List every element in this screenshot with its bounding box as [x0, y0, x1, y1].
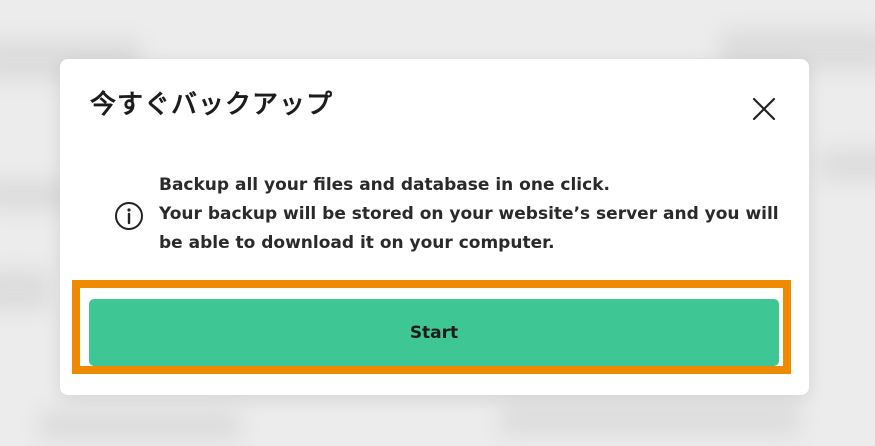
info-text: Backup all your files and database in on… — [159, 171, 779, 258]
background-shape — [820, 150, 875, 180]
close-icon — [752, 97, 776, 121]
start-button[interactable]: Start — [89, 299, 779, 366]
info-line: be able to download it on your computer. — [159, 233, 555, 253]
info-icon — [115, 202, 143, 230]
background-shape — [40, 410, 240, 440]
info-line: Your backup will be stored on your websi… — [159, 204, 779, 224]
info-line: Backup all your files and database in on… — [159, 175, 610, 195]
info-message: Backup all your files and database in on… — [114, 171, 779, 261]
close-button[interactable] — [750, 95, 778, 123]
dialog-title: 今すぐバックアップ — [90, 90, 334, 120]
background-shape — [0, 270, 50, 310]
background-shape — [500, 405, 800, 435]
